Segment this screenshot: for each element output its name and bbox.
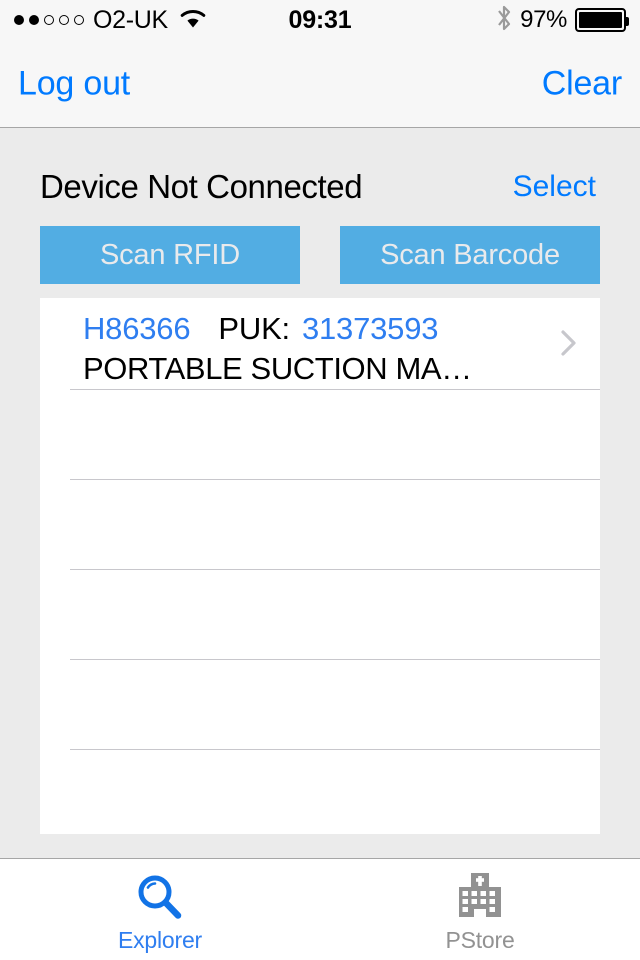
table-row-empty[interactable] <box>40 480 600 570</box>
scan-button-group: Scan RFID Scan Barcode <box>0 226 640 284</box>
main-content: Device Not Connected Select Scan RFID Sc… <box>0 129 640 858</box>
asset-list-table[interactable]: H86366 PUK: 31373593 PORTABLE SUCTION MA… <box>40 298 600 834</box>
clear-button[interactable]: Clear <box>536 60 628 107</box>
navigation-bar: Log out Clear <box>0 40 640 128</box>
battery-icon <box>575 8 629 32</box>
scan-barcode-button[interactable]: Scan Barcode <box>340 226 600 284</box>
app-screen: O2-UK 09:31 97% Log out Clear Device Not… <box>0 0 640 960</box>
asset-description: PORTABLE SUCTION MA… <box>83 351 472 387</box>
table-row-primary-line: H86366 PUK: 31373593 <box>83 310 540 347</box>
table-row[interactable]: H86366 PUK: 31373593 PORTABLE SUCTION MA… <box>40 298 600 390</box>
tab-pstore-label: PStore <box>445 927 515 953</box>
device-status-row: Device Not Connected Select <box>0 162 640 212</box>
tab-bar: Explorer PStore <box>0 858 640 960</box>
status-bar: O2-UK 09:31 97% <box>0 0 640 40</box>
log-out-button[interactable]: Log out <box>12 60 136 107</box>
magnifier-icon <box>133 871 187 923</box>
puk-label: PUK: <box>218 311 290 346</box>
tab-pstore[interactable]: PStore <box>320 859 640 960</box>
bluetooth-icon <box>496 4 512 37</box>
table-row-empty[interactable] <box>40 660 600 750</box>
status-bar-right: 97% <box>496 4 629 37</box>
device-connection-status: Device Not Connected <box>40 168 363 205</box>
hospital-icon <box>453 871 507 923</box>
tab-explorer[interactable]: Explorer <box>0 859 320 960</box>
asset-code: H86366 <box>83 311 191 346</box>
scan-rfid-button[interactable]: Scan RFID <box>40 226 300 284</box>
table-row-empty[interactable] <box>40 570 600 660</box>
tab-explorer-label: Explorer <box>117 927 203 953</box>
puk-value: 31373593 <box>301 311 439 346</box>
battery-percent-label: 97% <box>520 6 567 33</box>
table-row-empty[interactable] <box>40 750 600 834</box>
chevron-right-icon <box>560 328 578 358</box>
select-device-button[interactable]: Select <box>509 166 600 208</box>
table-row-content: H86366 PUK: 31373593 PORTABLE SUCTION MA… <box>83 310 540 387</box>
table-row-empty[interactable] <box>40 390 600 480</box>
